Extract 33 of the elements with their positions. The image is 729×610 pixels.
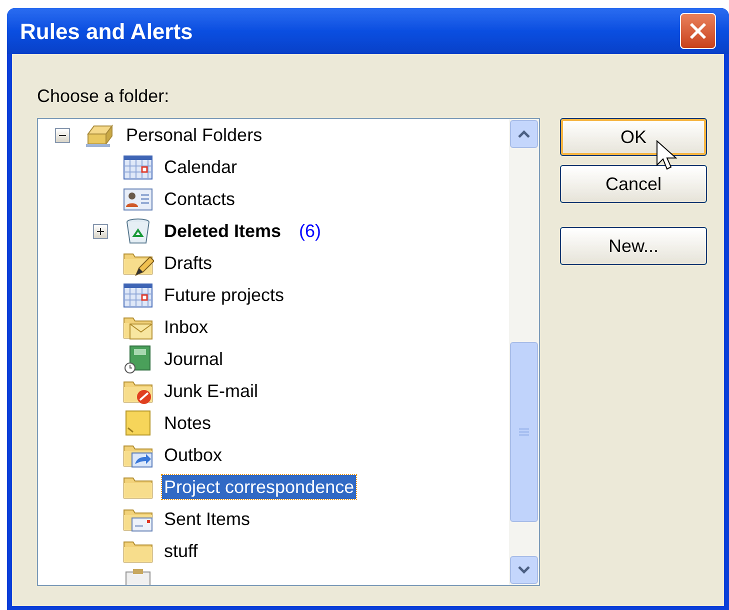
expand-toggle[interactable] [93, 224, 108, 238]
scroll-up-button[interactable] [510, 120, 538, 148]
folder-label[interactable]: Deleted Items [162, 219, 284, 243]
folder-label[interactable]: Junk E-mail [162, 379, 260, 403]
close-icon [688, 21, 708, 41]
grip-icon [519, 428, 529, 436]
scroll-down-button[interactable] [510, 556, 538, 584]
chevron-down-icon [517, 565, 531, 575]
folder-label[interactable]: stuff [162, 539, 200, 563]
folder-label[interactable]: Sent Items [162, 507, 252, 531]
close-button[interactable] [680, 13, 716, 49]
prompt-label: Choose a folder: [37, 85, 170, 108]
folder-label[interactable]: Contacts [162, 187, 238, 211]
scrollbar[interactable] [509, 119, 539, 585]
folder-label[interactable]: Outbox [162, 443, 224, 467]
folder-label[interactable]: Personal Folders [124, 123, 264, 147]
dialog-button[interactable]: OK [560, 118, 707, 156]
unread-count: (6) [299, 220, 322, 243]
dialog-button[interactable]: Cancel [560, 165, 707, 203]
folder-label[interactable]: Journal [162, 347, 226, 371]
chevron-up-icon [517, 129, 531, 139]
mouse-cursor-icon [656, 140, 678, 172]
folder-label[interactable]: Inbox [162, 315, 210, 339]
folder-label[interactable]: Drafts [162, 251, 214, 275]
folder-label[interactable]: Future projects [162, 283, 286, 307]
folder-label[interactable]: Notes [162, 411, 214, 435]
folder-label[interactable]: Calendar [162, 155, 240, 179]
window-title: Rules and Alerts [20, 18, 193, 46]
collapse-toggle[interactable] [55, 128, 70, 142]
scroll-thumb[interactable] [510, 342, 538, 522]
dialog-button[interactable]: New... [560, 227, 707, 265]
folder-label[interactable]: Project correspondence [162, 475, 356, 499]
plus-icon [96, 226, 105, 236]
